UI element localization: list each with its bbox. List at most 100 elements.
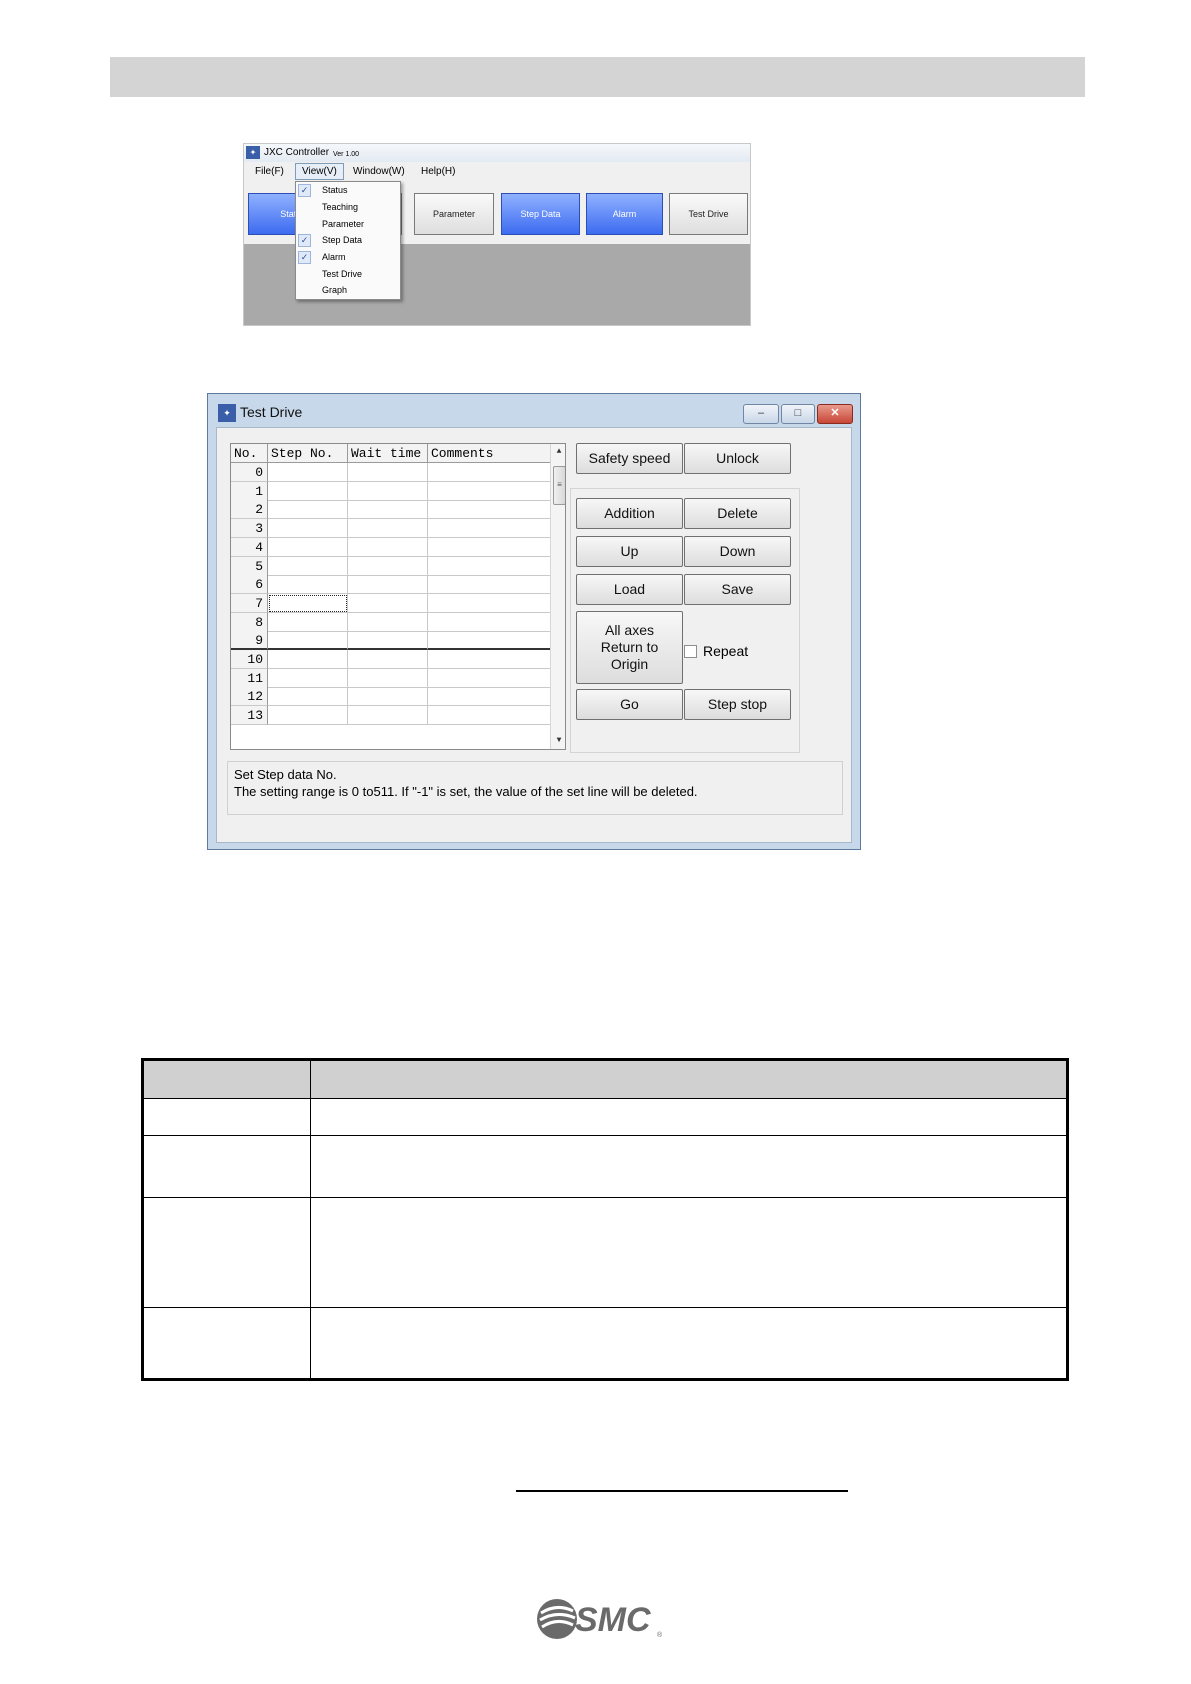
down-button[interactable]: Down — [684, 536, 791, 567]
grid-cell[interactable] — [268, 463, 348, 482]
grid-cell[interactable] — [348, 537, 428, 557]
unlock-button[interactable]: Unlock — [684, 443, 791, 474]
grid-cell[interactable] — [428, 706, 551, 726]
step-stop-button[interactable]: Step stop — [684, 689, 791, 720]
step-grid[interactable]: No. Step No. Wait time Comments 01234567… — [230, 443, 566, 750]
table-row[interactable]: 13 — [231, 706, 551, 726]
row-number-cell[interactable]: 12 — [231, 687, 268, 707]
view-menu-item-status[interactable]: ✓ Status — [296, 183, 400, 199]
toolbar-alarm-button[interactable]: Alarm — [586, 193, 663, 235]
grid-cell[interactable] — [348, 481, 428, 501]
all-axes-return-to-origin-button[interactable]: All axes Return to Origin — [576, 611, 683, 684]
menu-help[interactable]: Help(H) — [421, 166, 455, 177]
table-row[interactable]: 3 — [231, 519, 551, 539]
menu-window[interactable]: Window(W) — [353, 166, 405, 177]
grid-cell[interactable] — [428, 593, 551, 613]
row-number-cell[interactable]: 1 — [231, 481, 268, 501]
row-number-cell[interactable]: 6 — [231, 575, 268, 595]
grid-cell[interactable] — [348, 612, 428, 632]
column-header-no[interactable]: No. — [231, 444, 268, 463]
row-number-cell[interactable]: 13 — [231, 706, 268, 726]
table-row[interactable]: 8 — [231, 612, 551, 632]
maximize-button[interactable]: □ — [781, 404, 815, 424]
load-button[interactable]: Load — [576, 574, 683, 605]
minimize-button[interactable]: – — [743, 404, 779, 424]
grid-cell[interactable] — [268, 575, 348, 595]
toolbar-parameter-button[interactable]: Parameter — [414, 193, 494, 235]
table-row[interactable]: 7 — [231, 593, 551, 613]
save-button[interactable]: Save — [684, 574, 791, 605]
grid-cell[interactable] — [268, 706, 348, 726]
table-row[interactable]: 0 — [231, 463, 551, 482]
grid-cell[interactable] — [428, 687, 551, 707]
grid-cell[interactable] — [268, 668, 348, 688]
grid-cell[interactable] — [428, 537, 551, 557]
grid-cell[interactable] — [428, 575, 551, 595]
table-row[interactable]: 6 — [231, 575, 551, 595]
delete-button[interactable]: Delete — [684, 498, 791, 529]
grid-cell[interactable] — [348, 668, 428, 688]
grid-cell[interactable] — [348, 519, 428, 539]
grid-cell[interactable] — [428, 556, 551, 576]
view-menu-item-alarm[interactable]: ✓ Alarm — [296, 250, 400, 266]
row-number-cell[interactable]: 0 — [231, 463, 268, 482]
table-row[interactable]: 11 — [231, 668, 551, 688]
grid-cell[interactable] — [428, 631, 551, 651]
grid-cell[interactable] — [348, 687, 428, 707]
grid-cell[interactable] — [428, 650, 551, 669]
grid-cell[interactable] — [428, 668, 551, 688]
table-row[interactable]: 9 — [231, 631, 551, 651]
row-number-cell[interactable]: 10 — [231, 650, 268, 669]
menu-view[interactable]: View(V) — [295, 163, 344, 180]
row-number-cell[interactable]: 8 — [231, 612, 268, 632]
grid-cell[interactable] — [268, 612, 348, 632]
grid-cell[interactable] — [268, 556, 348, 576]
grid-cell[interactable] — [348, 556, 428, 576]
table-row[interactable]: 2 — [231, 500, 551, 520]
row-number-cell[interactable]: 7 — [231, 593, 268, 613]
grid-cell[interactable] — [428, 519, 551, 539]
grid-cell[interactable] — [428, 481, 551, 501]
grid-cell[interactable] — [428, 500, 551, 520]
grid-cell[interactable] — [268, 650, 348, 669]
toolbar-step-data-button[interactable]: Step Data — [501, 193, 580, 235]
grid-cell[interactable] — [348, 575, 428, 595]
addition-button[interactable]: Addition — [576, 498, 683, 529]
up-button[interactable]: Up — [576, 536, 683, 567]
repeat-checkbox[interactable] — [684, 645, 697, 658]
grid-cell[interactable] — [268, 631, 348, 651]
grid-cell[interactable] — [428, 463, 551, 482]
grid-cell[interactable] — [428, 612, 551, 632]
grid-cell[interactable] — [348, 463, 428, 482]
grid-cell[interactable] — [268, 687, 348, 707]
table-row[interactable]: 10 — [231, 650, 551, 669]
row-number-cell[interactable]: 2 — [231, 500, 268, 520]
column-header-comments[interactable]: Comments — [428, 444, 551, 463]
grid-cell[interactable] — [348, 593, 428, 613]
grid-cell[interactable] — [348, 631, 428, 651]
grid-cell[interactable] — [348, 706, 428, 726]
grid-cell[interactable] — [268, 500, 348, 520]
scroll-up-icon[interactable]: ▲ — [551, 444, 565, 460]
grid-cell[interactable] — [268, 537, 348, 557]
grid-cell[interactable] — [348, 500, 428, 520]
grid-cell[interactable] — [268, 519, 348, 539]
row-number-cell[interactable]: 3 — [231, 519, 268, 539]
row-number-cell[interactable]: 5 — [231, 556, 268, 576]
view-menu-item-step-data[interactable]: ✓ Step Data — [296, 233, 400, 249]
table-row[interactable]: 5 — [231, 556, 551, 576]
scroll-thumb[interactable]: ≡ — [553, 466, 565, 505]
menu-file[interactable]: File(F) — [255, 166, 284, 177]
column-header-step-no[interactable]: Step No. — [268, 444, 348, 463]
table-row[interactable]: 12 — [231, 687, 551, 707]
row-number-cell[interactable]: 11 — [231, 668, 268, 688]
row-number-cell[interactable]: 9 — [231, 631, 268, 651]
view-menu-item-teaching[interactable]: Teaching — [296, 200, 400, 216]
grid-cell[interactable] — [268, 593, 348, 613]
table-row[interactable]: 1 — [231, 481, 551, 501]
view-menu-item-graph[interactable]: Graph — [296, 283, 400, 299]
safety-speed-button[interactable]: Safety speed — [576, 443, 683, 474]
view-menu-item-parameter[interactable]: Parameter — [296, 217, 400, 233]
go-button[interactable]: Go — [576, 689, 683, 720]
view-menu-item-test-drive[interactable]: Test Drive — [296, 267, 400, 283]
